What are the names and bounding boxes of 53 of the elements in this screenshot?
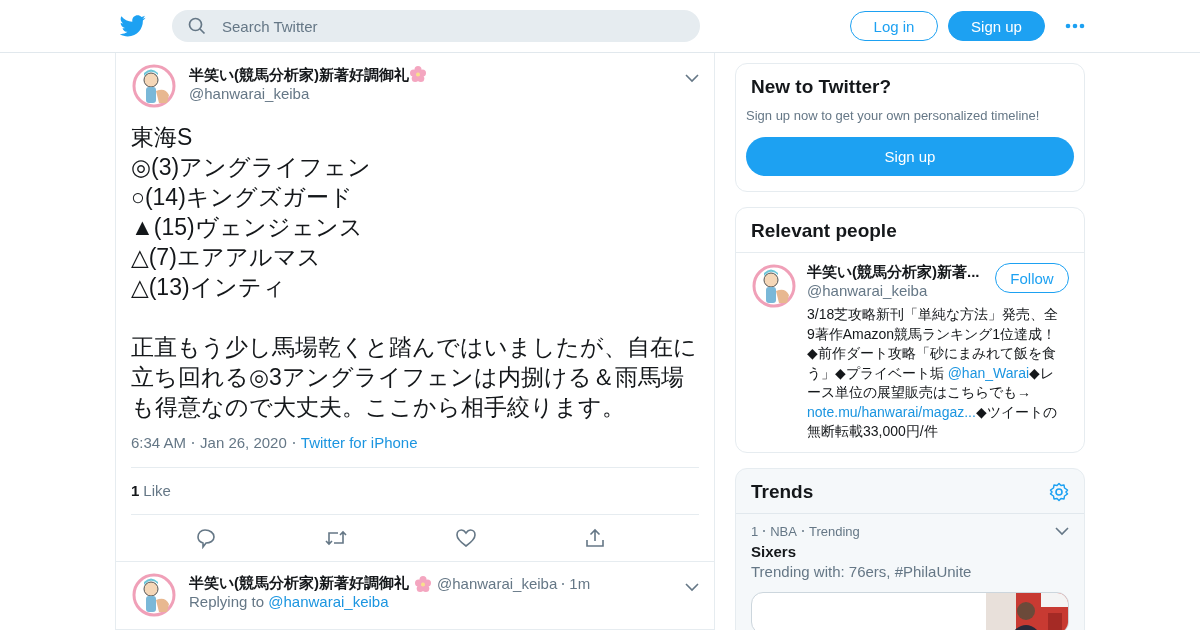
card-title: Trends <box>751 480 814 503</box>
chevron-down-icon[interactable] <box>1055 526 1069 536</box>
author-handle[interactable]: @hanwarai_keiba <box>189 85 673 102</box>
tweet-line: 東海S <box>131 123 194 152</box>
bio-link[interactable]: note.mu/hanwarai/magaz... <box>807 403 976 420</box>
search-field[interactable]: Search Twitter <box>172 10 700 42</box>
follow-button[interactable]: Follow <box>995 263 1069 293</box>
signup-button[interactable]: Sign up <box>948 11 1045 41</box>
mention-link[interactable]: @hanwarai_keiba <box>268 593 389 610</box>
card-subtitle: Sign up now to get your own personalized timeline! <box>746 108 1041 123</box>
replying-label: Replying to <box>189 593 265 610</box>
tweet-date: Jan 26, 2020 <box>200 434 287 451</box>
chevron-down-icon[interactable] <box>685 74 699 83</box>
trend-context: Trending with: 76ers, #PhilaUnite <box>751 562 973 580</box>
card-title: Relevant people <box>751 220 897 242</box>
avatar[interactable] <box>131 572 177 618</box>
tweet-line: △(13)インティ <box>131 273 287 302</box>
bird-logo[interactable] <box>120 15 146 37</box>
chevron-down-icon[interactable] <box>685 583 699 592</box>
flower-icon <box>414 574 432 593</box>
trend-media-card[interactable] <box>751 591 1069 630</box>
person-name[interactable]: 半笑い(競馬分析家)新著... <box>807 263 980 282</box>
trend-category: NBA <box>770 523 797 539</box>
avatar[interactable] <box>751 263 797 309</box>
settings-icon[interactable] <box>1049 481 1069 502</box>
person-bio: 3/18芝攻略新刊「単純な方法」発売、全9著作Amazon競馬ランキング1位達成！◆前作ダート攻略「砂にまみれて飯を食う」◆プライベート垢 @han_Warai◆レース単位の展望販売はこちらでも→ note.mu/hanwarai/magaz...◆ツイートの無断転載33,000円/件 <box>807 305 1060 441</box>
trend-name[interactable]: Sixers <box>751 542 1069 560</box>
trend-rank: 1 <box>751 523 759 539</box>
tweet-time: 1m <box>569 575 591 592</box>
more-icon[interactable] <box>1065 23 1085 29</box>
signup-button[interactable]: Sign up <box>746 137 1074 176</box>
avatar[interactable] <box>131 63 177 109</box>
tweet-line: ▲(15)ヴェンジェンス <box>131 213 364 242</box>
person-handle[interactable]: @hanwarai_keiba <box>807 282 980 299</box>
tweet-line: ◎(3)アングライフェン <box>131 153 373 182</box>
login-button[interactable]: Log in <box>850 11 938 41</box>
like-count[interactable]: 1 Like <box>131 467 699 515</box>
search-icon <box>188 17 206 35</box>
card-title: New to Twitter? <box>750 76 893 98</box>
flower-icon <box>409 65 427 83</box>
tweet-line: ○(14)キングズガード <box>131 183 354 212</box>
tweet-text: 正直もう少し馬場乾くと踏んではいましたが、自在に立ち回れる◎3アングライフェンは内捌ける＆雨馬場も得意なので大丈夫。ここから相手絞ります。 <box>131 333 698 422</box>
tweet-line: △(7)エアアルマス <box>131 243 322 272</box>
author-name[interactable]: 半笑い(競馬分析家)新著好調御礼 <box>189 66 409 83</box>
trend-status: Trending <box>808 523 860 539</box>
author-handle[interactable]: @hanwarai_keiba <box>437 575 558 592</box>
source-link[interactable]: Twitter for iPhone <box>300 434 418 451</box>
heart-icon[interactable] <box>454 527 477 549</box>
author-name[interactable]: 半笑い(競馬分析家)新著好調御礼 <box>189 574 409 593</box>
bio-link[interactable]: @han_Warai <box>947 364 1030 381</box>
reply-icon[interactable] <box>194 527 217 549</box>
share-icon[interactable] <box>583 527 606 549</box>
tweet-time: 6:34 AM <box>131 434 187 451</box>
